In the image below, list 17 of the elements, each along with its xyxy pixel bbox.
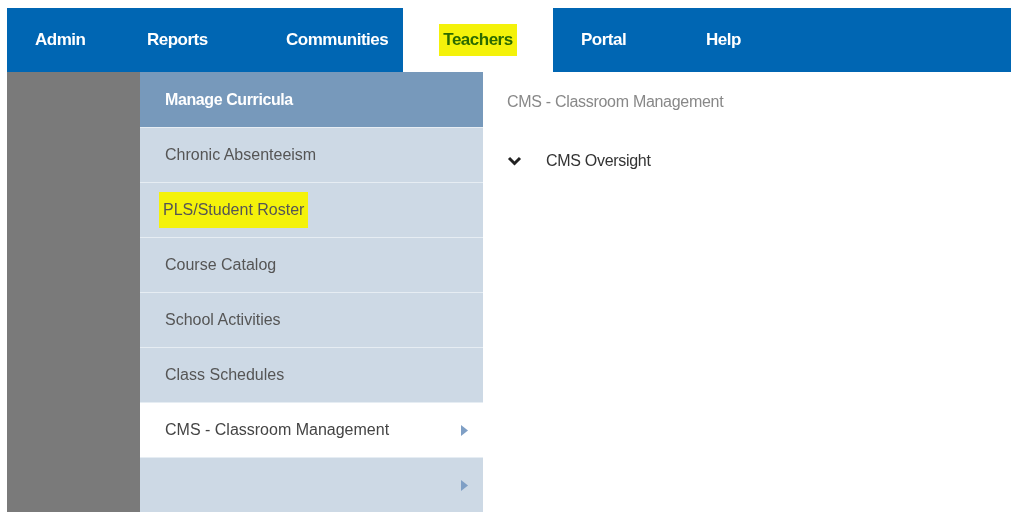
nav-tab[interactable]: Portal xyxy=(553,8,678,72)
menu-item[interactable]: School Activities xyxy=(140,292,483,348)
breadcrumb: CMS - Classroom Management xyxy=(507,92,725,112)
nav-tab[interactable]: Teachers xyxy=(403,8,553,72)
menu-item[interactable]: Course Catalog xyxy=(140,237,483,293)
nav-tab[interactable]: Help xyxy=(678,8,768,72)
menu-header: Manage Curricula xyxy=(140,72,483,128)
tree-item[interactable]: CMS Oversight xyxy=(546,149,651,173)
menu-item[interactable]: Class Schedules xyxy=(140,347,483,403)
nav-tab[interactable]: Communities xyxy=(258,8,403,72)
highlighted-label: Teachers xyxy=(439,24,517,56)
nav-tab[interactable]: Admin xyxy=(7,8,119,72)
nav-tab[interactable]: Reports xyxy=(119,8,258,72)
menu-item[interactable]: PLS/Student Roster xyxy=(140,182,483,238)
chevron-icon[interactable] xyxy=(507,156,522,166)
highlighted-label: PLS/Student Roster xyxy=(159,192,309,229)
menu-item[interactable]: Chronic Absenteeism xyxy=(140,127,483,183)
